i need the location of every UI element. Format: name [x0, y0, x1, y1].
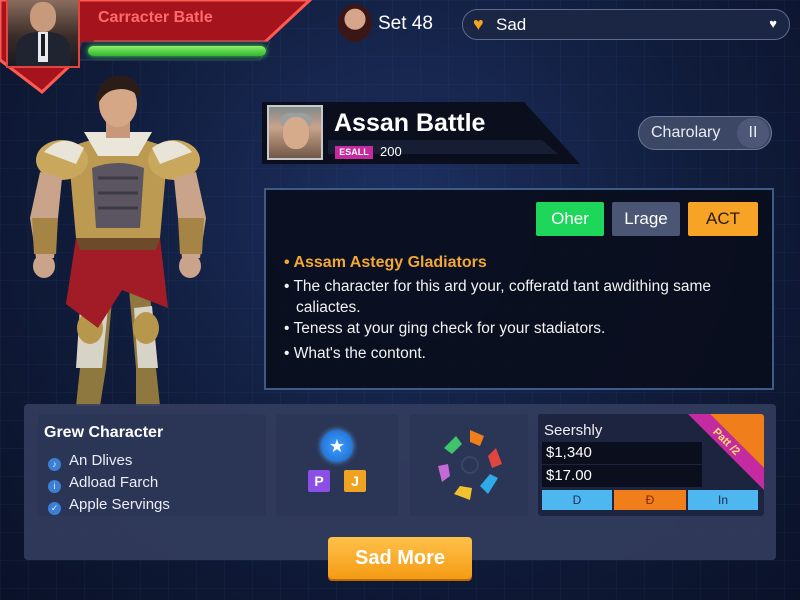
opponent-avatar[interactable]	[338, 4, 372, 42]
info-panel: Oher Lrage ACT • Assam Astegy Gladiators…	[264, 188, 774, 390]
music-icon: ♪	[48, 458, 61, 471]
character-name: Assan Battle	[334, 109, 486, 137]
info-bullet-text: What's the contont.	[293, 345, 426, 362]
character-tag: ESALL	[335, 146, 373, 159]
info-bullet-text: The character for this ard your, coffera…	[293, 278, 712, 295]
send-more-button[interactable]: Sad More	[328, 537, 472, 579]
info-bullet: • Teness at your ging check for your sta…	[284, 320, 606, 337]
list-item-label: Adload Farch	[69, 474, 159, 491]
charolary-toggle[interactable]: Charolary II	[638, 116, 772, 150]
segment-button[interactable]: D	[542, 490, 612, 510]
star-icon[interactable]: ★	[321, 430, 353, 462]
list-item[interactable]: ✓ Apple Servings	[48, 496, 170, 515]
grew-card-title: Grew Character	[44, 424, 164, 441]
character-value: 200	[380, 144, 402, 159]
list-item-label: An Dlives	[69, 452, 133, 469]
seershly-title: Seershly	[544, 422, 603, 439]
list-item[interactable]: i Adload Farch	[48, 474, 158, 493]
j-badge[interactable]: J	[344, 470, 366, 492]
act-button[interactable]: ACT	[688, 202, 758, 236]
banner-title: Carracter Batle	[98, 9, 213, 26]
mode-value: Sad	[496, 15, 527, 34]
lrage-button[interactable]: Lrage	[612, 202, 680, 236]
info-icon: i	[48, 480, 61, 493]
info-heading-text: Assam Astegy Gladiators	[293, 254, 487, 271]
info-bullet: • The character for this ard your, coffe…	[284, 278, 712, 295]
list-item[interactable]: ♪ An Dlives	[48, 452, 132, 471]
info-bullet-continuation: caliactes.	[296, 299, 361, 316]
amount-value: $1,340	[542, 442, 702, 464]
grew-character-card[interactable]: Grew Character ♪ An Dlives i Adload Farch …	[38, 414, 266, 516]
corner-ribbon: Patt /2	[688, 414, 764, 490]
heart-icon: ♥	[473, 14, 484, 34]
set-label: Set 48	[378, 13, 433, 34]
info-bullet: • What's the contont.	[284, 345, 426, 362]
amount-value: $17.00	[542, 465, 702, 487]
player-avatar[interactable]	[6, 0, 80, 68]
character-portrait	[267, 105, 323, 160]
mode-dropdown[interactable]: ♥ Sad ♥	[462, 9, 790, 40]
seershly-card[interactable]: Seershly $1,340 $17.00 D Đ In Patt /2	[538, 414, 764, 516]
chevron-down-icon: ♥	[769, 16, 777, 31]
cycle-wheel-card[interactable]	[410, 414, 528, 516]
badges-card[interactable]: ★ P J	[276, 414, 398, 516]
hero-character[interactable]	[18, 68, 208, 410]
character-name-card: Assan Battle ESALL 200	[262, 102, 580, 164]
check-icon: ✓	[48, 502, 61, 515]
info-heading: • Assam Astegy Gladiators	[284, 254, 487, 271]
p-badge[interactable]: P	[308, 470, 330, 492]
pause-icon[interactable]: II	[737, 118, 769, 148]
oher-button[interactable]: Oher	[536, 202, 604, 236]
segment-button[interactable]: Đ	[614, 490, 686, 510]
cycle-arrows-icon	[438, 430, 502, 500]
info-bullet-text: Teness at your ging check for your stadi…	[293, 320, 606, 337]
health-bar	[88, 46, 266, 56]
list-item-label: Apple Servings	[69, 496, 170, 513]
charolary-label: Charolary	[651, 124, 721, 141]
